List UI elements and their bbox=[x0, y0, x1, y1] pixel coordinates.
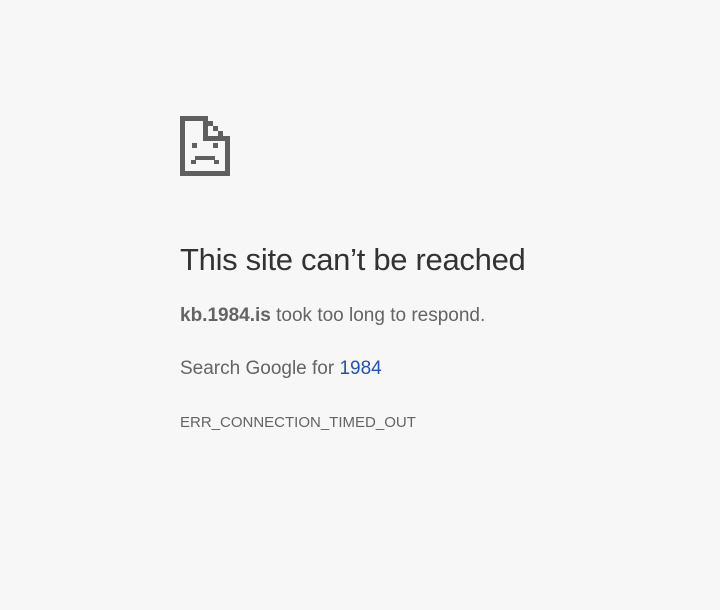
search-prefix: Search Google for bbox=[180, 358, 335, 379]
sad-page-icon bbox=[180, 116, 230, 176]
error-title: This site can’t be reached bbox=[180, 242, 526, 277]
search-link[interactable]: 1984 bbox=[339, 358, 381, 379]
error-host: kb.1984.is bbox=[180, 305, 271, 326]
search-suggestion: Search Google for 1984 bbox=[180, 357, 382, 381]
error-code: ERR_CONNECTION_TIMED_OUT bbox=[180, 414, 416, 431]
error-message: kb.1984.is took too long to respond. bbox=[180, 304, 485, 328]
error-content: This site can’t be reached kb.1984.is to… bbox=[180, 116, 700, 431]
error-message-suffix: took too long to respond. bbox=[276, 305, 486, 326]
